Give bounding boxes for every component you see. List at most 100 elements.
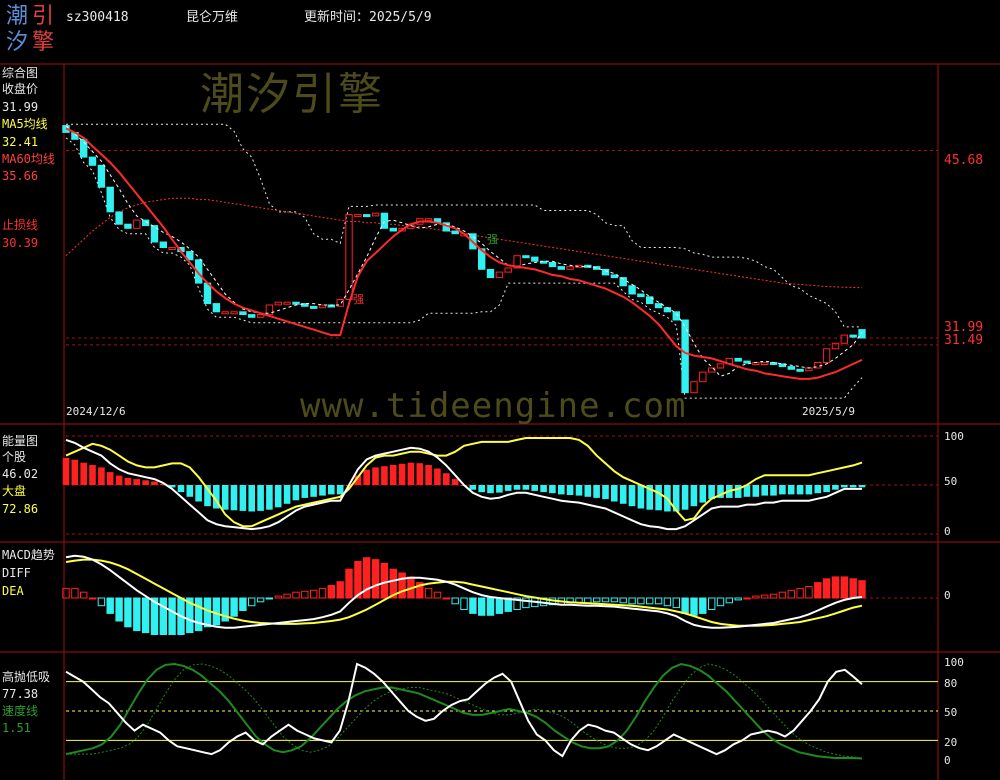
macd-bar xyxy=(424,587,433,599)
stop-label: 止损线 xyxy=(2,218,39,232)
diff-line xyxy=(65,554,863,629)
candle xyxy=(212,303,221,313)
ma5-value: 32.41 xyxy=(2,135,39,149)
candle xyxy=(522,255,530,259)
url-watermark: www.tideengine.com xyxy=(300,386,687,426)
osc-speed-value: 1.51 xyxy=(2,721,31,735)
energy-bar xyxy=(805,485,813,495)
macd-bar xyxy=(761,594,769,599)
energy-bar xyxy=(283,485,291,504)
axis-label-45-68: 45.68 xyxy=(944,153,984,168)
macd-bar xyxy=(778,591,787,599)
energy-bar xyxy=(115,475,123,485)
candle xyxy=(310,305,318,309)
stop-loss-line xyxy=(65,127,863,380)
macd-bar xyxy=(716,597,725,607)
energy-bar xyxy=(796,485,804,495)
macd-bar xyxy=(141,597,150,634)
candle xyxy=(858,329,866,339)
energy-bar xyxy=(549,485,556,494)
macd-bar xyxy=(672,597,680,609)
energy-bar xyxy=(257,485,264,511)
macd-bar xyxy=(380,562,389,599)
candle xyxy=(557,266,565,270)
candle xyxy=(168,247,176,250)
energy-bar xyxy=(266,485,273,510)
macd-bar xyxy=(708,597,716,610)
lower-channel-line xyxy=(65,137,863,399)
candle xyxy=(504,267,512,273)
market-energy-line xyxy=(65,437,863,528)
candle xyxy=(363,214,371,218)
stop-value: 30.39 xyxy=(2,236,39,250)
osc-axis-0: 0 xyxy=(944,754,951,767)
macd-bar xyxy=(398,572,406,599)
energy-stock-label: 个股 xyxy=(2,450,27,464)
energy-bar xyxy=(469,485,477,490)
candle xyxy=(133,219,141,229)
macd-bar xyxy=(690,597,698,616)
energy-bar xyxy=(221,485,229,510)
macd-bar xyxy=(584,597,592,604)
axis-label-31-49: 31.49 xyxy=(944,333,984,348)
energy-bar xyxy=(558,485,565,495)
candle xyxy=(734,357,742,362)
osc-panel xyxy=(65,662,938,760)
energy-bar xyxy=(478,485,485,493)
date-end: 2025/5/9 xyxy=(802,405,855,418)
energy-axis-100: 100 xyxy=(944,430,964,443)
energy-bar xyxy=(451,479,459,485)
macd-bar xyxy=(292,591,300,599)
macd-bar xyxy=(478,597,486,616)
energy-bar xyxy=(841,485,848,488)
osc-axis-20: 20 xyxy=(944,736,958,749)
energy-bar xyxy=(407,462,415,485)
macd-bar xyxy=(310,589,318,599)
macd-bar xyxy=(601,597,610,603)
candle xyxy=(761,362,769,365)
ma5-line xyxy=(65,125,863,377)
energy-bar xyxy=(301,485,309,498)
energy-bar xyxy=(611,485,618,502)
macd-bar xyxy=(486,597,495,616)
close-value: 31.99 xyxy=(2,100,39,114)
energy-bar xyxy=(752,485,760,497)
candle xyxy=(451,230,459,235)
macd-bar xyxy=(787,589,795,599)
energy-bar xyxy=(363,469,370,485)
candle xyxy=(548,262,557,268)
energy-bar xyxy=(814,485,822,494)
energy-bar xyxy=(292,485,300,501)
macd-bar xyxy=(451,597,459,605)
osc-value: 77.38 xyxy=(2,687,39,701)
energy-bar xyxy=(619,485,627,504)
energy-bar xyxy=(248,485,255,512)
macd-bar xyxy=(336,581,344,599)
energy-bar xyxy=(389,465,397,485)
energy-panel xyxy=(62,435,938,535)
candle xyxy=(628,285,636,295)
energy-bar xyxy=(681,485,689,510)
candle xyxy=(716,363,725,369)
macd-bar xyxy=(124,597,132,628)
macd-bar xyxy=(371,559,380,599)
macd-bar xyxy=(681,597,689,614)
candle xyxy=(486,268,495,279)
macd-bar xyxy=(805,586,813,599)
candle xyxy=(849,334,857,338)
macd-bar xyxy=(593,597,601,603)
macd-bar xyxy=(301,590,309,599)
energy-bar xyxy=(443,473,450,485)
macd-bar xyxy=(230,597,238,617)
energy-bar xyxy=(513,485,521,490)
macd-bar xyxy=(743,597,751,600)
ma60-label: MA60均线 xyxy=(2,152,55,166)
energy-bar xyxy=(62,458,70,485)
energy-bar xyxy=(142,480,149,485)
energy-bar xyxy=(761,485,768,496)
macd-title: MACD趋势 xyxy=(2,548,55,562)
macd-bar xyxy=(610,597,619,603)
macd-bar xyxy=(97,597,106,607)
macd-bar xyxy=(80,591,88,599)
candle xyxy=(699,371,707,383)
